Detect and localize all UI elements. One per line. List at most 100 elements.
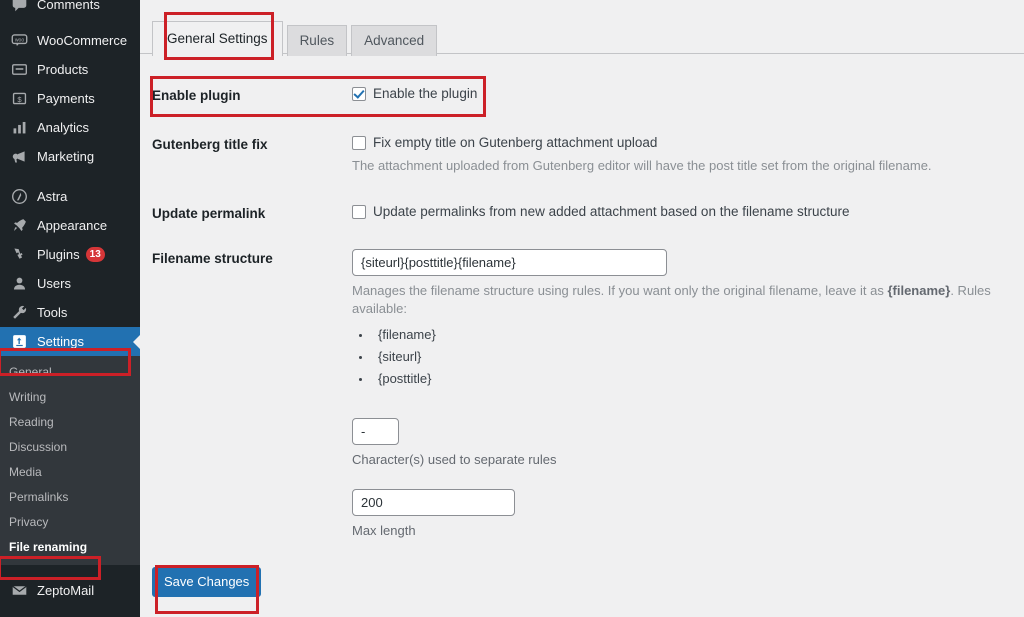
separator-input[interactable]	[352, 418, 399, 445]
gutenberg-title-fix-field: Fix empty title on Gutenberg attachment …	[352, 135, 1024, 175]
max-length-label-spacer	[152, 489, 352, 491]
sidebar-divider	[0, 171, 140, 182]
separator-row: Character(s) used to separate rules	[152, 418, 1024, 467]
max-length-row: Max length	[152, 489, 1024, 538]
general-settings-form: Enable plugin Enable the plugin Gutenber…	[152, 68, 1024, 597]
gutenberg-title-fix-row: Gutenberg title fix Fix empty title on G…	[152, 135, 1024, 175]
gutenberg-checkbox-label: Fix empty title on Gutenberg attachment …	[373, 135, 657, 151]
sidebar-item-astra[interactable]: Astra	[0, 182, 140, 211]
update-permalink-label: Update permalink	[152, 204, 352, 221]
separator-label-spacer	[152, 418, 352, 420]
sidebar-item-analytics[interactable]: Analytics	[0, 113, 140, 142]
comment-icon	[9, 0, 29, 14]
gutenberg-title-fix-label: Gutenberg title fix	[152, 135, 352, 152]
filename-help-token: {filename}	[887, 283, 950, 298]
sidebar-item-plugins[interactable]: Plugins 13	[0, 240, 140, 269]
sidebar-item-zeptomail[interactable]: ZeptoMail	[0, 576, 140, 605]
sidebar-divider	[0, 15, 140, 26]
update-permalink-checkbox-label: Update permalinks from new added attachm…	[373, 204, 850, 220]
sidebar-item-label: Payments	[37, 92, 95, 105]
filename-structure-field: Manages the filename structure using rul…	[352, 249, 1024, 390]
tab-general-settings[interactable]: General Settings	[152, 21, 283, 56]
update-permalink-checkbox-row[interactable]: Update permalinks from new added attachm…	[352, 204, 1024, 220]
tab-rules[interactable]: Rules	[287, 25, 348, 56]
max-length-input[interactable]	[352, 489, 515, 516]
users-icon	[9, 274, 29, 294]
submenu-item-general[interactable]: General	[0, 360, 140, 385]
wordpress-admin-screen: Comments woo WooCommerce Products $ Paym…	[0, 0, 1024, 617]
enable-plugin-row: Enable plugin Enable the plugin	[152, 86, 1024, 103]
sidebar-item-comments[interactable]: Comments	[0, 0, 140, 15]
available-rules-list: {filename} {siteurl} {posttitle}	[372, 324, 1024, 390]
submenu-item-media[interactable]: Media	[0, 460, 140, 485]
sidebar-item-payments[interactable]: $ Payments	[0, 84, 140, 113]
svg-text:$: $	[17, 95, 22, 104]
settings-tabs: General Settings Rules Advanced	[152, 21, 441, 56]
filename-structure-input[interactable]	[352, 249, 667, 276]
submenu-item-file-renaming[interactable]: File renaming	[0, 535, 140, 560]
gutenberg-checkbox-row[interactable]: Fix empty title on Gutenberg attachment …	[352, 135, 1024, 151]
submenu-item-reading[interactable]: Reading	[0, 410, 140, 435]
separator-sublabel: Character(s) used to separate rules	[352, 452, 1024, 467]
submenu-item-privacy[interactable]: Privacy	[0, 510, 140, 535]
sidebar-item-label: Products	[37, 63, 88, 76]
enable-plugin-field: Enable the plugin	[352, 86, 1024, 102]
settings-content: General Settings Rules Advanced Enable p…	[140, 0, 1024, 617]
separator-field: Character(s) used to separate rules	[352, 418, 1024, 467]
envelope-icon	[9, 581, 29, 601]
enable-plugin-label: Enable plugin	[152, 86, 352, 103]
save-row: Save Changes	[152, 567, 1024, 597]
sidebar-item-label: Marketing	[37, 150, 94, 163]
sidebar-item-label: Appearance	[37, 219, 107, 232]
sidebar-item-appearance[interactable]: Appearance	[0, 211, 140, 240]
max-length-sublabel: Max length	[352, 523, 1024, 538]
settings-submenu: General Writing Reading Discussion Media…	[0, 356, 140, 565]
sidebar-item-label: Comments	[37, 0, 100, 11]
astra-icon	[9, 187, 29, 207]
sidebar-item-label: Astra	[37, 190, 67, 203]
sidebar-item-users[interactable]: Users	[0, 269, 140, 298]
sidebar-item-label: ZeptoMail	[37, 584, 94, 597]
tab-advanced[interactable]: Advanced	[351, 25, 437, 56]
submenu-item-writing[interactable]: Writing	[0, 385, 140, 410]
sidebar-item-settings[interactable]: Settings	[0, 327, 140, 356]
submenu-item-discussion[interactable]: Discussion	[0, 435, 140, 460]
sidebar-item-label: Users	[37, 277, 71, 290]
sidebar-divider	[0, 565, 140, 576]
enable-plugin-checkbox-row[interactable]: Enable the plugin	[352, 86, 1024, 102]
svg-text:woo: woo	[14, 37, 24, 43]
list-item: {posttitle}	[372, 368, 1024, 390]
sidebar-item-marketing[interactable]: Marketing	[0, 142, 140, 171]
plugins-icon	[9, 245, 29, 265]
marketing-icon	[9, 147, 29, 167]
woocommerce-icon: woo	[9, 31, 29, 51]
list-item: {filename}	[372, 324, 1024, 346]
gutenberg-help-text: The attachment uploaded from Gutenberg e…	[352, 157, 1024, 175]
admin-sidebar: Comments woo WooCommerce Products $ Paym…	[0, 0, 140, 617]
sidebar-item-label: Tools	[37, 306, 67, 319]
submenu-item-permalinks[interactable]: Permalinks	[0, 485, 140, 510]
plugins-update-badge: 13	[86, 247, 105, 262]
enable-plugin-checkbox[interactable]	[352, 87, 366, 101]
appearance-icon	[9, 216, 29, 236]
tools-icon	[9, 303, 29, 323]
sidebar-item-products[interactable]: Products	[0, 55, 140, 84]
sidebar-item-tools[interactable]: Tools	[0, 298, 140, 327]
settings-icon	[9, 332, 29, 352]
filename-structure-label: Filename structure	[152, 249, 352, 266]
sidebar-item-label: Analytics	[37, 121, 89, 134]
payments-icon: $	[9, 89, 29, 109]
list-item: {siteurl}	[372, 346, 1024, 368]
analytics-icon	[9, 118, 29, 138]
enable-plugin-checkbox-label: Enable the plugin	[373, 86, 477, 102]
sidebar-item-label: Plugins	[37, 248, 80, 261]
save-changes-button[interactable]: Save Changes	[152, 567, 261, 597]
max-length-field: Max length	[352, 489, 1024, 538]
products-icon	[9, 60, 29, 80]
sidebar-item-woocommerce[interactable]: woo WooCommerce	[0, 26, 140, 55]
update-permalink-row: Update permalink Update permalinks from …	[152, 204, 1024, 221]
filename-structure-help: Manages the filename structure using rul…	[352, 282, 1024, 318]
update-permalink-checkbox[interactable]	[352, 205, 366, 219]
gutenberg-title-fix-checkbox[interactable]	[352, 136, 366, 150]
update-permalink-field: Update permalinks from new added attachm…	[352, 204, 1024, 220]
